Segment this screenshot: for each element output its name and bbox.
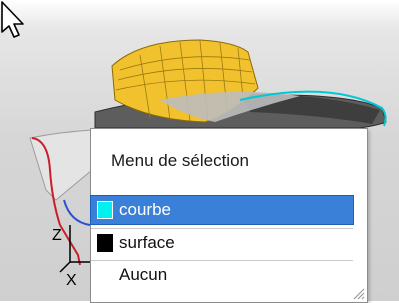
option-courbe-label: courbe <box>119 200 171 219</box>
axis-z-label: Z <box>52 227 62 244</box>
resize-grip-icon[interactable] <box>351 286 365 300</box>
black-swatch <box>97 234 113 252</box>
axis-x-label: X <box>66 272 77 289</box>
option-surface-label: surface <box>119 233 175 252</box>
option-aucun-label: Aucun <box>119 265 168 284</box>
option-aucun[interactable]: Aucun <box>91 261 353 289</box>
popup-title: Menu de sélection <box>111 151 249 170</box>
selection-menu-popup[interactable]: Menu de sélection courbe surface Aucun <box>90 128 368 303</box>
cyan-swatch <box>97 201 113 219</box>
option-courbe[interactable]: courbe <box>90 195 354 225</box>
option-surface[interactable]: surface <box>91 229 353 257</box>
mouse-cursor-icon <box>1 1 24 38</box>
blue-arc <box>63 199 91 226</box>
